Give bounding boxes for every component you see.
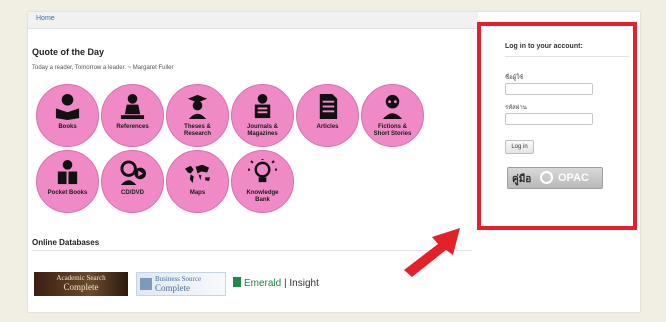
lightbulb-icon [248, 159, 277, 183]
category-label: Journals & Magazines [246, 124, 278, 137]
db-line2: Complete [63, 282, 99, 292]
category-references[interactable]: References [101, 84, 164, 147]
world-map-icon [184, 164, 211, 184]
login-title: Log in to your account: [505, 43, 583, 50]
username-input[interactable] [505, 83, 593, 95]
magnifier-icon [540, 171, 553, 184]
opac-manual-button[interactable]: คู่มือ OPAC [507, 167, 603, 189]
breadcrumb-home-link[interactable]: Home [36, 15, 55, 22]
category-label: References [116, 124, 149, 130]
category-journals-magazines[interactable]: Journals & Magazines [231, 84, 294, 147]
category-fictions-short-stories[interactable]: Fictions & Short Stories [361, 84, 424, 147]
academic-search-complete-link[interactable]: Academic Search Complete [34, 272, 128, 296]
category-label: Fictions & Short Stories [373, 124, 412, 137]
storyteller-icon [382, 94, 403, 120]
pocket-book-icon [57, 159, 78, 185]
category-label: CD/DVD [120, 190, 144, 196]
opac-label: OPAC [558, 172, 589, 184]
business-source-complete-link[interactable]: Business Source Complete [136, 272, 226, 296]
username-label: ชื่อผู้ใช้ [505, 75, 524, 81]
category-label: Knowledge Bank [246, 190, 279, 203]
category-articles[interactable]: Articles [296, 84, 359, 147]
category-label: Articles [316, 124, 339, 130]
emerald-brand: Emerald [244, 278, 282, 289]
quote-title: Quote of the Day [32, 47, 105, 57]
category-theses-research[interactable]: Theses & Research [166, 84, 229, 147]
document-icon [319, 93, 338, 120]
opac-prefix: คู่มือ [512, 174, 532, 185]
business-source-logo-icon [140, 278, 152, 290]
category-cd-dvd[interactable]: CD/DVD [101, 150, 164, 213]
pointer-arrow-icon [404, 228, 460, 277]
category-pocket-books[interactable]: Pocket Books [36, 150, 99, 213]
category-label: Maps [189, 190, 206, 196]
reading-person-icon [120, 93, 145, 120]
category-knowledge-bank[interactable]: Knowledge Bank [231, 150, 294, 213]
divider [505, 56, 629, 57]
login-highlight-frame [477, 22, 637, 230]
quote-text: Today a reader, Tomorrow a leader. ~ Mar… [32, 65, 174, 71]
breadcrumb-bar: Home [28, 12, 478, 29]
journal-reader-icon [254, 93, 271, 119]
category-label: Theses & Research [183, 124, 212, 137]
emerald-logo-icon [233, 277, 241, 287]
graduate-icon [187, 94, 208, 120]
password-label: รหัสผ่าน [505, 105, 527, 111]
online-databases-title: Online Databases [32, 238, 100, 247]
category-maps[interactable]: Maps [166, 150, 229, 213]
login-button[interactable]: Log in [505, 140, 534, 154]
category-books[interactable]: Books [36, 84, 99, 147]
book-reader-icon [55, 93, 80, 120]
category-label: Books [58, 124, 77, 130]
emerald-suffix: Insight [289, 278, 319, 289]
category-label: Pocket Books [47, 190, 88, 196]
db-line2: Complete [155, 283, 190, 293]
cd-dvd-icon [120, 160, 146, 186]
password-input[interactable] [505, 113, 593, 125]
emerald-insight-link[interactable]: Emerald | Insight [233, 277, 319, 289]
